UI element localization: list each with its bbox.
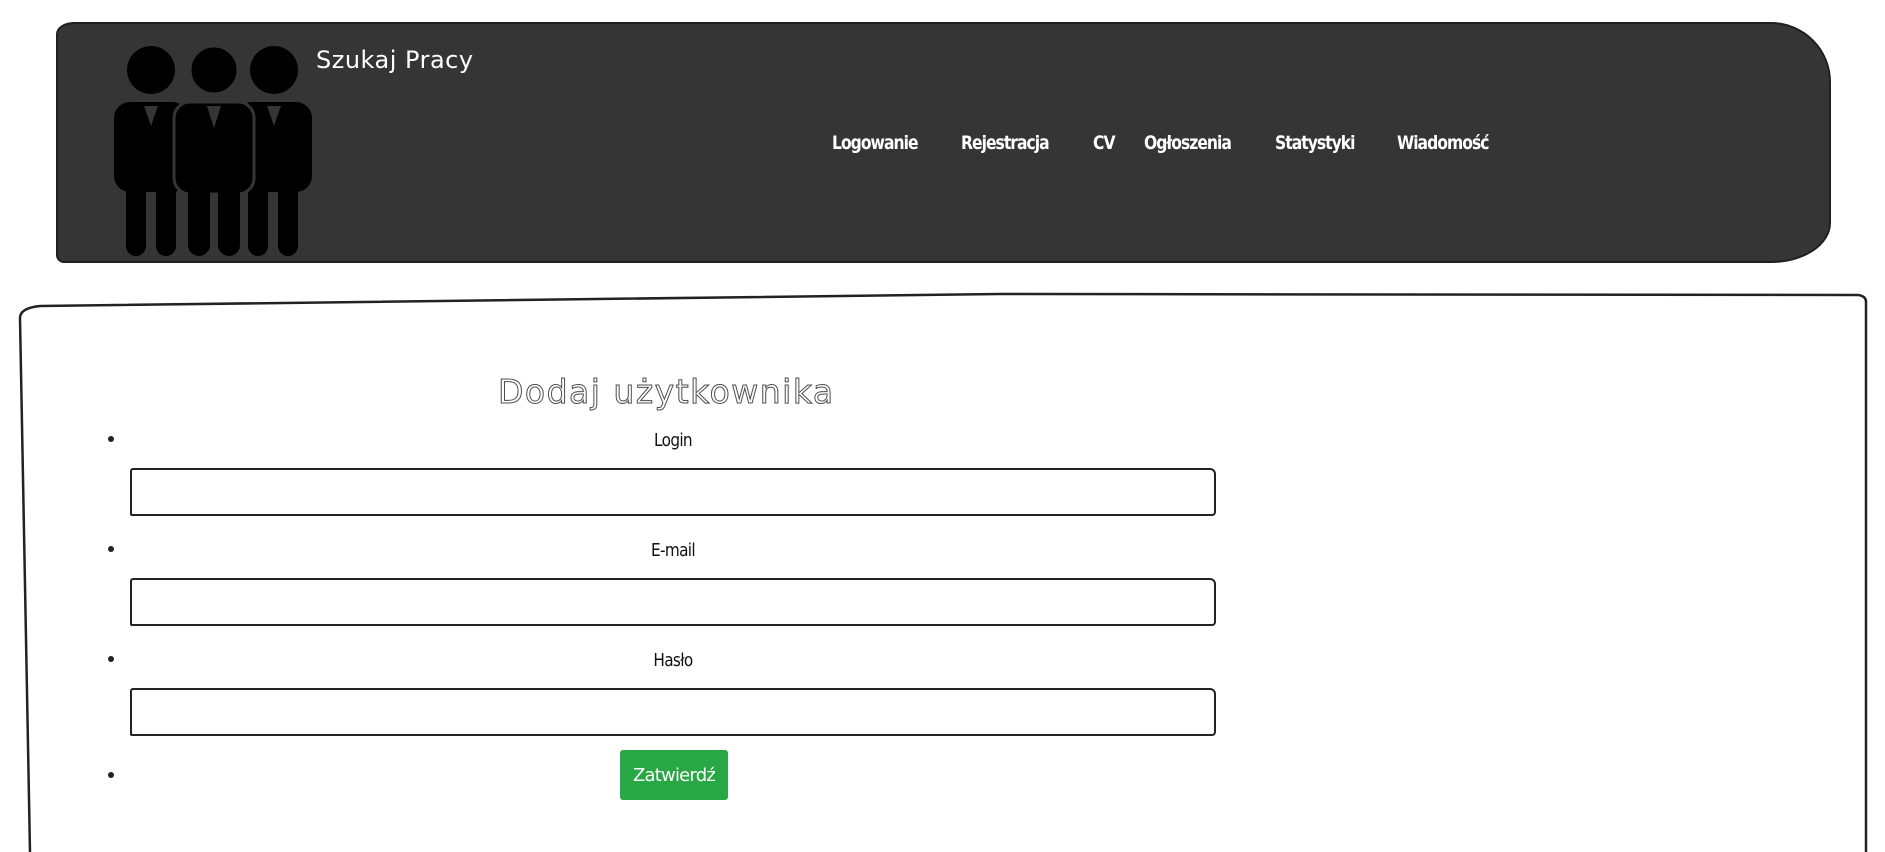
form-item-email: E-mail <box>108 530 1218 640</box>
list-bullet <box>108 436 114 442</box>
password-label: Hasło <box>653 650 693 671</box>
list-bullet <box>108 656 114 662</box>
list-bullet <box>108 546 114 552</box>
form-title: Dodaj użytkownika <box>498 372 835 412</box>
login-input[interactable] <box>130 468 1216 516</box>
submit-button[interactable]: Zatwierdź <box>620 750 728 800</box>
login-label: Login <box>654 430 693 451</box>
email-input[interactable] <box>130 578 1216 626</box>
password-input[interactable] <box>130 688 1216 736</box>
add-user-form: Login E-mail Hasło Zatwierdź <box>108 420 1218 810</box>
form-item-login: Login <box>108 420 1218 530</box>
email-label: E-mail <box>651 540 696 561</box>
list-bullet <box>108 772 114 778</box>
form-item-password: Hasło <box>108 640 1218 750</box>
form-item-submit: Zatwierdź <box>108 750 1218 810</box>
